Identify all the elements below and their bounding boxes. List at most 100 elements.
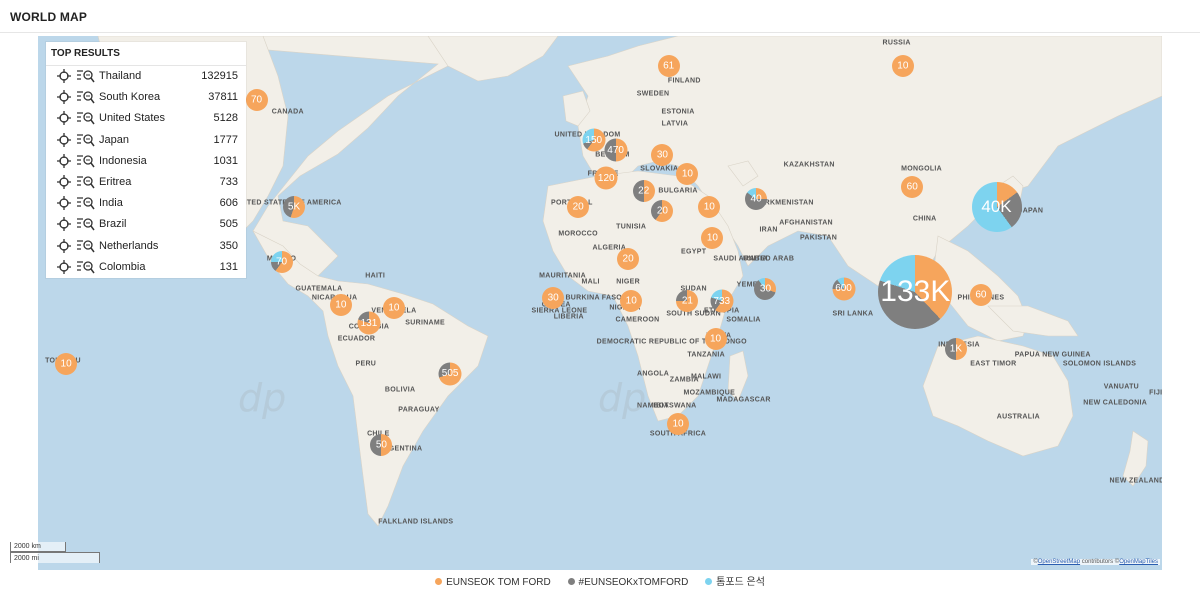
map-cluster-bubble[interactable]: 30 (651, 144, 674, 167)
map-cluster-bubble[interactable]: 60 (969, 284, 992, 307)
map-country-label: JAPAN (1018, 207, 1044, 215)
map-cluster-bubble[interactable]: 20 (567, 196, 590, 219)
map-cluster-bubble[interactable]: 70 (245, 89, 268, 112)
search-list-icon[interactable] (77, 111, 95, 125)
cluster-count-label: 120 (597, 172, 615, 184)
legend-dot (705, 578, 713, 585)
map-cluster-bubble[interactable]: 10 (55, 353, 78, 376)
result-row: Netherlands 350 (46, 236, 246, 257)
cluster-count-label: 22 (638, 185, 650, 197)
map-cluster-bubble[interactable]: 10 (698, 196, 721, 219)
crosshair-icon[interactable] (57, 90, 71, 105)
result-row: Japan 1777 (46, 130, 246, 151)
map-country-label: MOROCCO (558, 230, 598, 238)
cluster-count-label: 505 (441, 368, 459, 380)
cluster-count-label: 10 (681, 168, 693, 180)
search-list-icon[interactable] (77, 260, 95, 274)
map-cluster-bubble[interactable]: 131 (357, 311, 381, 335)
cluster-count-label: 470 (607, 144, 624, 156)
map-cluster-bubble[interactable]: 61 (657, 55, 680, 78)
cluster-count-label: 40K (981, 197, 1012, 217)
cluster-count-label: 10 (709, 333, 722, 345)
map-cluster-bubble[interactable]: 10 (676, 162, 699, 185)
map-cluster-bubble[interactable]: 60 (901, 175, 924, 198)
crosshair-icon[interactable] (57, 196, 71, 211)
scale-mi: 2000 mi (10, 552, 100, 563)
map-country-label: PAPUA NEW GUINEA (1014, 351, 1091, 359)
map-cluster-bubble[interactable]: 133K (878, 254, 953, 329)
legend-dot (567, 578, 575, 585)
map-cluster-bubble[interactable]: 600 (832, 277, 856, 301)
map-watermark: dp (598, 376, 647, 420)
map-cluster-bubble[interactable]: 10 (382, 296, 405, 319)
crosshair-icon[interactable] (57, 111, 71, 126)
search-list-icon[interactable] (77, 196, 95, 210)
map-cluster-bubble[interactable]: 20 (617, 247, 640, 270)
result-row: South Korea 37811 (46, 87, 246, 108)
map-cluster-bubble[interactable]: 10 (329, 293, 352, 316)
search-list-icon[interactable] (77, 133, 95, 147)
crosshair-icon[interactable] (57, 238, 71, 253)
map-country-label: VANUATU (1103, 383, 1140, 391)
map-cluster-bubble[interactable]: 1K (944, 337, 967, 360)
map-cluster-bubble[interactable]: 120 (594, 166, 618, 190)
map-cluster-bubble[interactable]: 20 (651, 200, 674, 223)
crosshair-icon[interactable] (57, 153, 71, 168)
map-cluster-bubble[interactable]: 150 (582, 128, 606, 152)
map-cluster-bubble[interactable]: 10 (667, 412, 690, 435)
map-cluster-bubble[interactable]: 10 (891, 55, 914, 78)
crosshair-icon[interactable] (57, 175, 71, 189)
legend-item[interactable]: EUNSEOK TOM FORD (435, 577, 551, 588)
cluster-count-label: 10 (335, 299, 347, 311)
map-cluster-bubble[interactable]: 5K (283, 196, 306, 219)
cluster-count-label: 5K (287, 201, 301, 213)
map-cluster-bubble[interactable]: 30 (542, 287, 565, 310)
openmaptiles-link[interactable]: OpenMapTiles (1119, 559, 1158, 565)
result-count: 350 (219, 239, 238, 252)
result-row: India 606 (46, 193, 246, 214)
map-cluster-bubble[interactable]: 733 (710, 289, 734, 313)
search-list-icon[interactable] (77, 217, 95, 231)
map-cluster-bubble[interactable]: 10 (701, 226, 724, 249)
map-cluster-bubble[interactable]: 30 (754, 277, 777, 300)
result-count: 733 (219, 176, 238, 188)
map-country-label: MOZAMBIQUE (683, 389, 736, 397)
cluster-count-label: 10 (625, 295, 637, 307)
map-cluster-bubble[interactable]: 470 (604, 138, 628, 162)
cluster-count-label: 60 (975, 289, 987, 301)
result-count: 132915 (201, 70, 238, 82)
result-row: Eritrea 733 (46, 172, 246, 193)
attribution-text: contributors © (1080, 559, 1120, 565)
map-cluster-bubble[interactable]: 70 (270, 251, 293, 274)
map-country-label: SWEDEN (636, 90, 670, 98)
cluster-count-label: 131 (360, 317, 378, 329)
map-cluster-bubble[interactable]: 10 (620, 290, 643, 313)
legend-item[interactable]: #EUNSEOKxTOMFORD (567, 577, 688, 588)
map-cluster-bubble[interactable]: 50 (370, 434, 393, 457)
map-cluster-bubble[interactable]: 505 (438, 362, 462, 386)
map-attribution: ©OpenStreetMap contributors ©OpenMapTile… (1031, 559, 1160, 565)
map-cluster-bubble[interactable]: 22 (632, 180, 655, 203)
crosshair-icon[interactable] (57, 132, 71, 147)
result-country: United States (99, 112, 166, 125)
map-cluster-bubble[interactable]: 21 (676, 290, 699, 313)
result-count: 606 (219, 197, 238, 210)
map-cluster-bubble[interactable]: 40 (745, 188, 768, 211)
crosshair-icon[interactable] (57, 217, 71, 232)
map-cluster-bubble[interactable]: 40K (971, 182, 1022, 233)
osm-link[interactable]: OpenStreetMap (1038, 559, 1080, 565)
cluster-count-label: 10 (388, 302, 400, 314)
search-list-icon[interactable] (77, 239, 95, 253)
cluster-count-label: 1K (949, 343, 963, 354)
map-cluster-bubble[interactable]: 10 (704, 328, 727, 351)
crosshair-icon[interactable] (57, 259, 71, 274)
legend-item[interactable]: 톰포드 은석 (705, 573, 765, 588)
crosshair-icon[interactable] (57, 69, 71, 83)
map-country-label: PARAGUAY (398, 406, 440, 414)
result-country: Eritrea (99, 176, 132, 188)
top-results-title: TOP RESULTS (51, 48, 120, 59)
search-list-icon[interactable] (77, 69, 95, 83)
search-list-icon[interactable] (77, 175, 95, 189)
search-list-icon[interactable] (77, 154, 95, 168)
search-list-icon[interactable] (77, 90, 95, 104)
